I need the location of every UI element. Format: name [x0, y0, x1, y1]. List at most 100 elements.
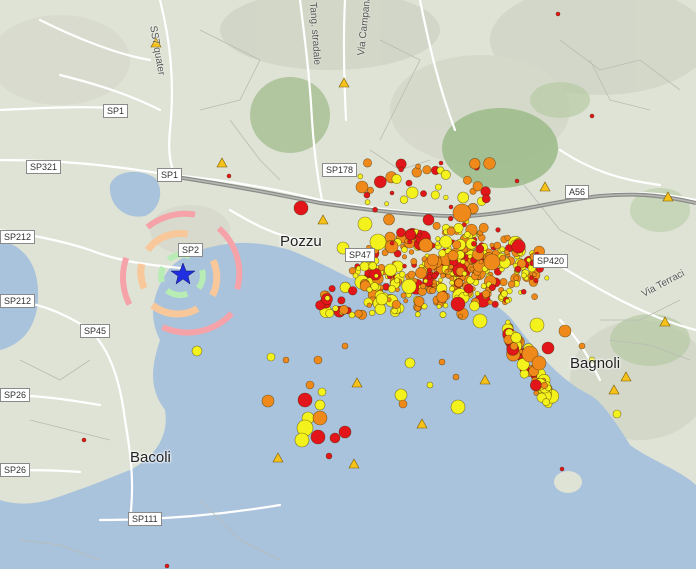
earthquake-marker[interactable]: [499, 246, 506, 253]
earthquake-marker[interactable]: [398, 166, 404, 173]
earthquake-marker[interactable]: [578, 342, 586, 350]
earthquake-marker[interactable]: [504, 298, 510, 304]
earthquake-marker[interactable]: [449, 280, 455, 286]
earthquake-marker[interactable]: [444, 268, 450, 274]
earthquake-marker[interactable]: [420, 283, 427, 290]
earthquake-marker[interactable]: [555, 11, 561, 17]
earthquake-marker[interactable]: [541, 341, 555, 355]
earthquake-marker[interactable]: [408, 249, 415, 255]
earthquake-marker[interactable]: [418, 238, 433, 253]
earthquake-marker[interactable]: [338, 425, 352, 439]
earthquake-marker[interactable]: [514, 178, 520, 184]
earthquake-marker[interactable]: [513, 275, 520, 281]
map-view[interactable]: Pozzu Bagnoli Bacoli SS7 quater Tang. st…: [0, 0, 696, 569]
earthquake-marker[interactable]: [312, 410, 328, 426]
earthquake-marker[interactable]: [434, 183, 442, 191]
earthquake-marker[interactable]: [438, 358, 446, 366]
earthquake-marker[interactable]: [387, 284, 396, 293]
earthquake-marker[interactable]: [448, 215, 454, 222]
earthquake-marker[interactable]: [544, 275, 550, 281]
earthquake-marker[interactable]: [423, 278, 428, 284]
earthquake-marker[interactable]: [422, 214, 435, 226]
earthquake-marker[interactable]: [430, 190, 440, 200]
earthquake-marker[interactable]: [266, 352, 276, 362]
earthquake-marker[interactable]: [483, 157, 496, 170]
earthquake-marker[interactable]: [440, 169, 451, 180]
earthquake-marker[interactable]: [448, 204, 454, 210]
earthquake-marker[interactable]: [447, 250, 459, 262]
earthquake-marker[interactable]: [432, 221, 441, 230]
earthquake-marker[interactable]: [431, 279, 437, 285]
earthquake-marker[interactable]: [398, 399, 408, 409]
earthquake-marker[interactable]: [475, 244, 485, 254]
earthquake-marker[interactable]: [457, 191, 470, 204]
earthquake-marker[interactable]: [420, 190, 427, 197]
earthquake-marker[interactable]: [348, 311, 356, 319]
earthquake-marker[interactable]: [531, 293, 538, 301]
earthquake-marker[interactable]: [401, 254, 407, 260]
earthquake-marker[interactable]: [404, 357, 416, 369]
earthquake-marker[interactable]: [478, 259, 484, 265]
earthquake-marker[interactable]: [558, 324, 572, 338]
earthquake-marker[interactable]: [354, 309, 363, 318]
earthquake-marker[interactable]: [481, 289, 491, 299]
earthquake-marker[interactable]: [313, 355, 323, 365]
earthquake-marker[interactable]: [389, 190, 395, 196]
earthquake-marker[interactable]: [357, 173, 364, 180]
earthquake-marker[interactable]: [589, 113, 595, 119]
earthquake-marker[interactable]: [355, 180, 369, 194]
earthquake-marker[interactable]: [489, 242, 495, 248]
earthquake-marker[interactable]: [436, 291, 449, 303]
earthquake-marker[interactable]: [403, 298, 409, 304]
earthquake-marker[interactable]: [261, 394, 275, 408]
earthquake-marker[interactable]: [488, 283, 496, 291]
earthquake-marker[interactable]: [364, 199, 371, 205]
earthquake-marker[interactable]: [446, 226, 456, 236]
earthquake-marker[interactable]: [426, 267, 433, 273]
earthquake-marker[interactable]: [402, 263, 407, 269]
earthquake-marker[interactable]: [461, 270, 468, 277]
earthquake-marker[interactable]: [372, 206, 378, 213]
earthquake-marker[interactable]: [422, 165, 432, 175]
earthquake-marker[interactable]: [366, 302, 372, 308]
earthquake-marker[interactable]: [454, 278, 464, 288]
earthquake-marker[interactable]: [401, 278, 417, 294]
earthquake-marker[interactable]: [464, 231, 471, 238]
earthquake-marker[interactable]: [529, 275, 534, 281]
earthquake-marker[interactable]: [514, 265, 522, 273]
earthquake-marker[interactable]: [164, 563, 170, 569]
earthquake-marker[interactable]: [440, 272, 446, 279]
earthquake-marker[interactable]: [417, 229, 423, 235]
earthquake-marker[interactable]: [373, 175, 387, 189]
earthquake-marker[interactable]: [81, 437, 87, 443]
earthquake-marker[interactable]: [294, 432, 310, 448]
earthquake-marker[interactable]: [469, 300, 480, 312]
earthquake-marker[interactable]: [499, 278, 508, 287]
earthquake-marker[interactable]: [460, 259, 466, 265]
earthquake-marker[interactable]: [505, 319, 511, 325]
earthquake-marker[interactable]: [282, 356, 290, 364]
earthquake-marker[interactable]: [406, 186, 419, 199]
earthquake-marker[interactable]: [324, 295, 331, 301]
earthquake-marker[interactable]: [341, 342, 349, 350]
earthquake-marker[interactable]: [481, 194, 491, 204]
earthquake-marker[interactable]: [399, 195, 409, 204]
earthquake-marker[interactable]: [310, 429, 326, 445]
earthquake-marker[interactable]: [448, 264, 454, 270]
earthquake-marker[interactable]: [511, 239, 526, 254]
earthquake-marker[interactable]: [434, 241, 440, 246]
earthquake-marker[interactable]: [520, 288, 527, 295]
earthquake-marker[interactable]: [359, 261, 370, 272]
earthquake-marker[interactable]: [478, 222, 489, 233]
earthquake-marker[interactable]: [483, 253, 501, 271]
earthquake-marker[interactable]: [415, 163, 421, 170]
earthquake-marker[interactable]: [612, 409, 622, 419]
earthquake-marker[interactable]: [448, 285, 455, 292]
earthquake-marker[interactable]: [389, 240, 395, 246]
earthquake-marker[interactable]: [531, 355, 547, 371]
earthquake-marker[interactable]: [384, 263, 397, 277]
earthquake-marker[interactable]: [439, 311, 447, 319]
earthquake-marker[interactable]: [383, 213, 395, 226]
earthquake-marker[interactable]: [317, 387, 327, 397]
earthquake-marker[interactable]: [368, 261, 377, 271]
